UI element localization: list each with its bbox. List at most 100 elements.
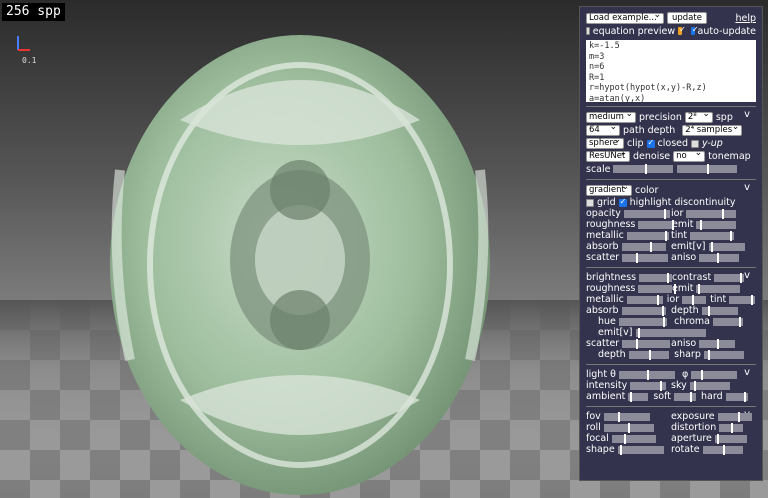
param-slider[interactable] [638, 283, 677, 294]
denoise-select[interactable]: ResUNet [586, 149, 630, 162]
param-slider[interactable] [618, 316, 667, 327]
color-mode-select[interactable]: gradient [586, 183, 632, 196]
scale-slider-2[interactable] [677, 164, 738, 174]
param-slider[interactable] [603, 422, 654, 433]
param-label: chroma [674, 316, 710, 327]
settings-panel: Load example... update help equation pre… [579, 6, 763, 481]
param-label: fov [586, 411, 601, 422]
param-slider[interactable] [621, 241, 666, 252]
param-label: roughness [586, 283, 636, 294]
soft-slider[interactable] [674, 391, 697, 402]
denoise-label: denoise [633, 151, 671, 162]
highlight-label: highlight discontinuity [629, 197, 736, 208]
highlight-checkbox[interactable] [618, 197, 627, 207]
material-collapse-toggle[interactable]: v [744, 270, 750, 281]
param-label: hue [598, 316, 616, 327]
intensity-label: intensity [586, 380, 628, 391]
param-slider[interactable] [622, 252, 669, 263]
param-slider[interactable] [638, 219, 675, 230]
light-phi-label: φ [682, 369, 689, 380]
y-up-checkbox[interactable] [691, 139, 700, 148]
light-collapse-toggle[interactable]: v [744, 367, 750, 378]
light-theta-label: light θ [586, 369, 616, 380]
param-slider[interactable] [696, 283, 741, 294]
param-label: scatter [586, 338, 620, 349]
param-label: ior [671, 208, 684, 219]
param-slider[interactable] [708, 241, 745, 252]
param-slider[interactable] [729, 294, 756, 305]
param-slider[interactable] [639, 272, 672, 283]
render-collapse-toggle[interactable]: v [744, 109, 750, 120]
grid-checkbox[interactable] [586, 198, 594, 207]
ambient-slider[interactable] [628, 391, 649, 402]
samples-select[interactable]: 2⁴ samples [682, 123, 743, 136]
param-slider[interactable] [717, 411, 752, 422]
param-slider[interactable] [719, 422, 744, 433]
param-slider[interactable] [626, 294, 663, 305]
param-slider[interactable] [699, 252, 740, 263]
param-label: sharp [674, 349, 701, 360]
param-label: shape [586, 444, 615, 455]
equation-preview-toggle[interactable] [678, 25, 685, 35]
scale-slider[interactable] [613, 164, 674, 174]
param-slider[interactable] [628, 349, 669, 360]
param-label: emit [672, 219, 694, 230]
clip-select[interactable]: sphere [586, 136, 624, 149]
auto-update-checkbox[interactable] [690, 25, 698, 35]
param-slider[interactable] [623, 208, 670, 219]
path-depth-label: path depth [623, 125, 676, 136]
intensity-slider[interactable] [630, 380, 667, 391]
code-line: a=atan(y,x) [589, 93, 646, 103]
scale-label: scale [586, 163, 611, 175]
param-slider[interactable] [714, 272, 745, 283]
param-slider[interactable] [635, 327, 706, 338]
ambient-label: ambient [586, 391, 626, 402]
help-link[interactable]: help [735, 13, 756, 24]
param-slider[interactable] [686, 208, 737, 219]
color-label: color [635, 185, 659, 196]
equation-editor[interactable]: k=-1.5 m=3 n=6 R=1 r=hypot(hypot(x,y)-R,… [586, 40, 756, 102]
param-label: scatter [586, 252, 620, 263]
param-label: emit[v] [671, 241, 706, 252]
param-slider[interactable] [702, 444, 743, 455]
sky-label: sky [671, 380, 687, 391]
hard-slider[interactable] [725, 391, 748, 402]
update-button[interactable]: update [667, 12, 707, 24]
param-label: emit[v] [598, 327, 633, 338]
param-slider[interactable] [626, 230, 669, 241]
param-label: aniso [671, 338, 697, 349]
precision-label: precision [639, 112, 682, 123]
param-slider[interactable] [621, 305, 666, 316]
param-label: metallic [586, 294, 624, 305]
load-example-select[interactable]: Load example... [586, 11, 664, 24]
param-slider[interactable] [703, 349, 744, 360]
param-slider[interactable] [617, 444, 664, 455]
param-slider[interactable] [696, 219, 737, 230]
param-slider[interactable] [622, 338, 671, 349]
closed-checkbox[interactable] [646, 138, 655, 148]
param-slider[interactable] [603, 411, 650, 422]
code-line: R=1 [589, 72, 605, 83]
param-slider[interactable] [611, 433, 656, 444]
param-label: contrast [672, 272, 712, 283]
soft-label: soft [653, 391, 672, 402]
equation-preview-checkbox[interactable] [586, 27, 590, 35]
color-collapse-toggle[interactable]: v [744, 182, 750, 193]
spp-counter: 256 spp [2, 3, 65, 21]
param-slider[interactable] [714, 433, 747, 444]
tonemap-select[interactable]: no [673, 149, 706, 162]
grid-label: grid [597, 197, 616, 208]
sky-slider[interactable] [689, 380, 730, 391]
spp-label: spp [715, 112, 733, 123]
param-slider[interactable] [712, 316, 743, 327]
param-slider[interactable] [690, 230, 735, 241]
param-label: depth [598, 349, 626, 360]
spp-select[interactable]: 2⁸ [684, 110, 713, 123]
code-line: k=-1.5 [589, 41, 620, 51]
light-phi-slider[interactable] [691, 369, 738, 380]
param-slider[interactable] [701, 305, 738, 316]
param-slider[interactable] [682, 294, 707, 305]
param-label: tint [710, 294, 727, 305]
light-theta-slider[interactable] [618, 369, 675, 380]
param-slider[interactable] [699, 338, 736, 349]
